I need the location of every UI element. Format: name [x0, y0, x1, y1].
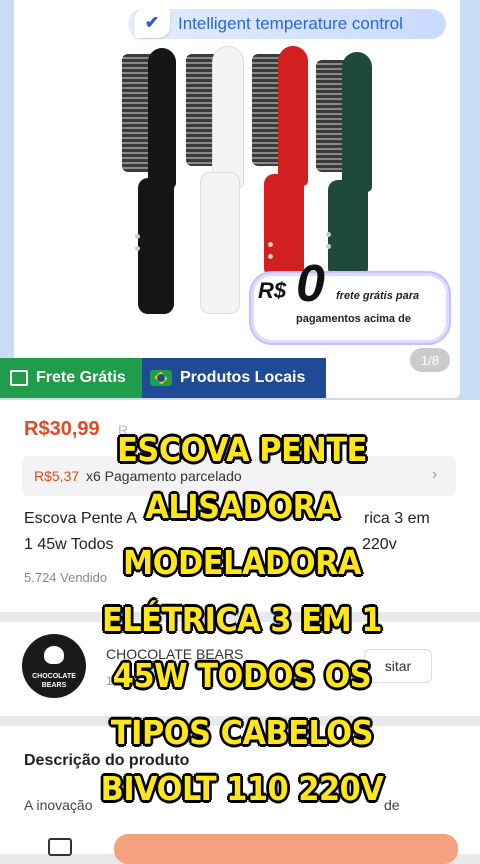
free-shipping-tag[interactable]: Frete Grátis: [0, 358, 142, 398]
buy-button[interactable]: [114, 834, 458, 864]
video-caption-overlay: ESCOVA PENTE ALISADORA MODELADORA ELÉTRI…: [71, 422, 413, 818]
caption-line: ESCOVA PENTE: [117, 430, 367, 469]
free-shipping-label: Frete Grátis: [36, 369, 126, 386]
caption-line: MODELADORA: [122, 543, 362, 582]
store-icon[interactable]: [48, 838, 72, 856]
brush-red: [252, 46, 310, 282]
promo-currency: R$: [258, 278, 287, 303]
caption-line: 45W TODOS OS: [112, 656, 372, 695]
image-pager: 1/8: [410, 348, 450, 372]
brush-green: [316, 52, 374, 282]
brush-black: [122, 48, 178, 320]
check-icon: ✔: [134, 8, 170, 38]
temperature-badge-label: Intelligent temperature control: [178, 14, 403, 33]
caption-line: TIPOS CABELOS: [110, 712, 374, 752]
caption-line: ALISADORA: [145, 486, 339, 526]
promo-amount: 0: [296, 255, 325, 313]
brazil-flag-icon: [150, 370, 172, 386]
bear-icon: [44, 646, 64, 664]
promo-line2: pagamentos acima de: [296, 313, 411, 325]
local-products-label: Produtos Locais: [180, 369, 306, 386]
brush-white: [186, 46, 244, 318]
caption-line: BIVOLT 110 220V: [100, 769, 384, 808]
truck-icon: [10, 370, 28, 386]
chevron-right-icon: ›: [432, 466, 438, 483]
caption-line: ELÉTRICA 3 EM 1: [102, 599, 382, 639]
local-products-tag[interactable]: Produtos Locais: [142, 358, 326, 398]
promo-line1: frete grátis para: [336, 290, 420, 302]
